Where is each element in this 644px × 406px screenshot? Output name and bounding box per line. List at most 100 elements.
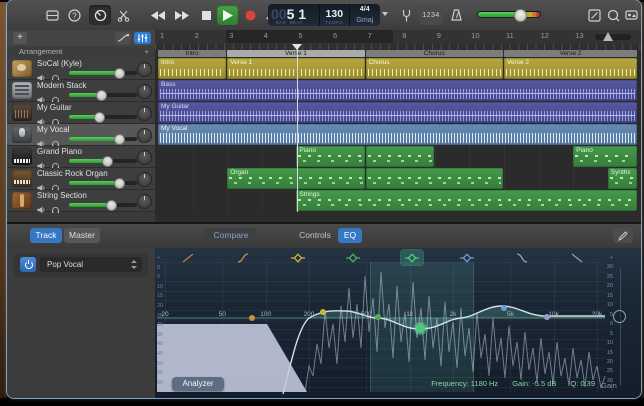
- track-mixer-button[interactable]: [134, 32, 151, 44]
- eq-band-handle[interactable]: [501, 305, 507, 311]
- readout-frequency[interactable]: Frequency: 1180 Hz: [431, 379, 498, 388]
- stop-button[interactable]: [197, 5, 215, 25]
- eq-band-handle[interactable]: [249, 315, 255, 321]
- compare-button[interactable]: Compare: [205, 228, 257, 243]
- pan-knob[interactable]: [137, 106, 152, 121]
- arrangement-marker[interactable]: Intro: [158, 50, 226, 57]
- plugin-power-button[interactable]: [20, 257, 36, 272]
- forward-button[interactable]: [172, 5, 192, 25]
- region[interactable]: Chorus: [366, 58, 503, 79]
- quick-help-button[interactable]: ?: [65, 5, 83, 25]
- eq-band-5-button-peak[interactable]: [401, 250, 423, 265]
- tab-eq[interactable]: EQ: [338, 228, 362, 243]
- lcd-position-section[interactable]: 005 1 BAR BEAT: [268, 4, 320, 26]
- lcd-display[interactable]: 005 1 BAR BEAT 130 TEMPO 4/4 Gmaj: [268, 4, 380, 26]
- tuner-button[interactable]: [398, 5, 414, 25]
- track-volume-slider[interactable]: [69, 93, 137, 97]
- eq-band-1-button-highpass[interactable]: [177, 250, 199, 265]
- metronome-button[interactable]: [447, 5, 465, 25]
- region[interactable]: My Guitar: [158, 102, 637, 123]
- region[interactable]: My Vocal: [158, 124, 637, 145]
- preset-dropdown[interactable]: Pop Vocal: [40, 257, 142, 272]
- pan-knob[interactable]: [137, 172, 152, 187]
- lcd-tempo-section[interactable]: 130 TEMPO: [320, 4, 349, 26]
- playhead-handle[interactable]: [292, 44, 302, 50]
- track-volume-slider[interactable]: [69, 137, 137, 141]
- smart-controls-button[interactable]: [89, 5, 111, 25]
- master-volume-slider[interactable]: [477, 11, 541, 18]
- play-button[interactable]: [217, 5, 238, 25]
- eq-band-7-button-highshelf[interactable]: [511, 250, 533, 265]
- region[interactable]: Strings: [296, 190, 637, 211]
- eq-band-8-button-lowpass[interactable]: [566, 250, 588, 265]
- track-volume-slider[interactable]: [69, 71, 137, 75]
- eq-band-handle[interactable]: [375, 314, 381, 320]
- region[interactable]: Piano: [296, 146, 364, 167]
- volume-knob[interactable]: [96, 90, 107, 101]
- pan-knob[interactable]: [137, 128, 152, 143]
- analyzer-toggle-button[interactable]: Analyzer: [172, 377, 224, 391]
- region[interactable]: Verse 1: [227, 58, 364, 79]
- rewind-button[interactable]: [148, 5, 168, 25]
- eq-graph[interactable]: [155, 248, 641, 398]
- track-header-row[interactable]: Modern Stack: [7, 80, 155, 102]
- loop-browser-button[interactable]: [605, 5, 622, 25]
- playhead[interactable]: [297, 44, 298, 212]
- editors-button[interactable]: [113, 5, 133, 25]
- track-volume-slider[interactable]: [69, 181, 137, 185]
- bar-ruler[interactable]: 12345678910111213: [155, 30, 641, 44]
- region[interactable]: [366, 146, 434, 167]
- pan-knob[interactable]: [137, 84, 152, 99]
- eq-selected-band-handle[interactable]: [416, 324, 425, 333]
- eq-band-2-button-lowshelf[interactable]: [232, 250, 254, 265]
- gain-slider-track[interactable]: [620, 268, 621, 386]
- track-header-row[interactable]: My Guitar: [7, 102, 155, 124]
- arrangement-marker[interactable]: Chorus: [366, 50, 503, 57]
- edit-plugins-button[interactable]: [613, 228, 633, 243]
- zoom-slider-knob[interactable]: [603, 32, 613, 41]
- region[interactable]: Piano: [573, 146, 637, 167]
- volume-knob[interactable]: [94, 112, 105, 123]
- region[interactable]: Bass: [158, 80, 637, 101]
- pan-knob[interactable]: [137, 150, 152, 165]
- track-header-row[interactable]: Grand Piano: [7, 146, 155, 168]
- add-track-button[interactable]: +: [13, 32, 27, 44]
- track-header-row[interactable]: Classic Rock Organ: [7, 168, 155, 190]
- region[interactable]: Synths: [608, 168, 637, 189]
- track-view-button[interactable]: Track: [30, 228, 62, 243]
- track-header-row[interactable]: My Vocal: [7, 124, 155, 146]
- eq-band-3-button-peak[interactable]: [287, 250, 309, 265]
- library-button[interactable]: [43, 5, 61, 25]
- eq-band-4-button-peak[interactable]: [342, 250, 364, 265]
- volume-knob[interactable]: [114, 178, 125, 189]
- volume-knob[interactable]: [114, 134, 125, 145]
- region[interactable]: Organ: [227, 168, 364, 189]
- media-browser-button[interactable]: [623, 5, 640, 25]
- region[interactable]: Intro: [158, 58, 226, 79]
- zoom-slider[interactable]: [595, 34, 631, 40]
- count-in-button[interactable]: 1234: [419, 5, 443, 25]
- lcd-key-section[interactable]: 4/4 Gmaj: [350, 4, 380, 26]
- track-header-row[interactable]: SoCal (Kyle): [7, 58, 155, 80]
- region[interactable]: Verse 2: [504, 58, 637, 79]
- add-arrangement-marker-button[interactable]: +: [145, 46, 149, 58]
- mute-button[interactable]: [37, 201, 46, 219]
- track-header-row[interactable]: String Section: [7, 190, 155, 212]
- eq-band-6-button-peak[interactable]: [456, 250, 478, 265]
- pan-knob[interactable]: [137, 194, 152, 209]
- arrangement-marker[interactable]: Verse 1: [227, 50, 364, 57]
- automation-button[interactable]: [115, 32, 131, 44]
- record-button[interactable]: [241, 5, 260, 25]
- track-volume-slider[interactable]: [69, 115, 137, 119]
- master-view-button[interactable]: Master: [64, 228, 100, 243]
- volume-knob[interactable]: [106, 200, 117, 211]
- solo-button[interactable]: [51, 201, 60, 219]
- track-volume-slider[interactable]: [69, 203, 137, 207]
- readout-q[interactable]: Q: 0.39: [570, 379, 595, 388]
- volume-knob[interactable]: [114, 68, 125, 79]
- master-volume-knob[interactable]: [514, 9, 527, 22]
- pan-knob[interactable]: [137, 62, 152, 77]
- track-volume-slider[interactable]: [69, 159, 137, 163]
- readout-gain[interactable]: Gain: -5.5 dB: [512, 379, 556, 388]
- notepad-button[interactable]: [585, 5, 603, 25]
